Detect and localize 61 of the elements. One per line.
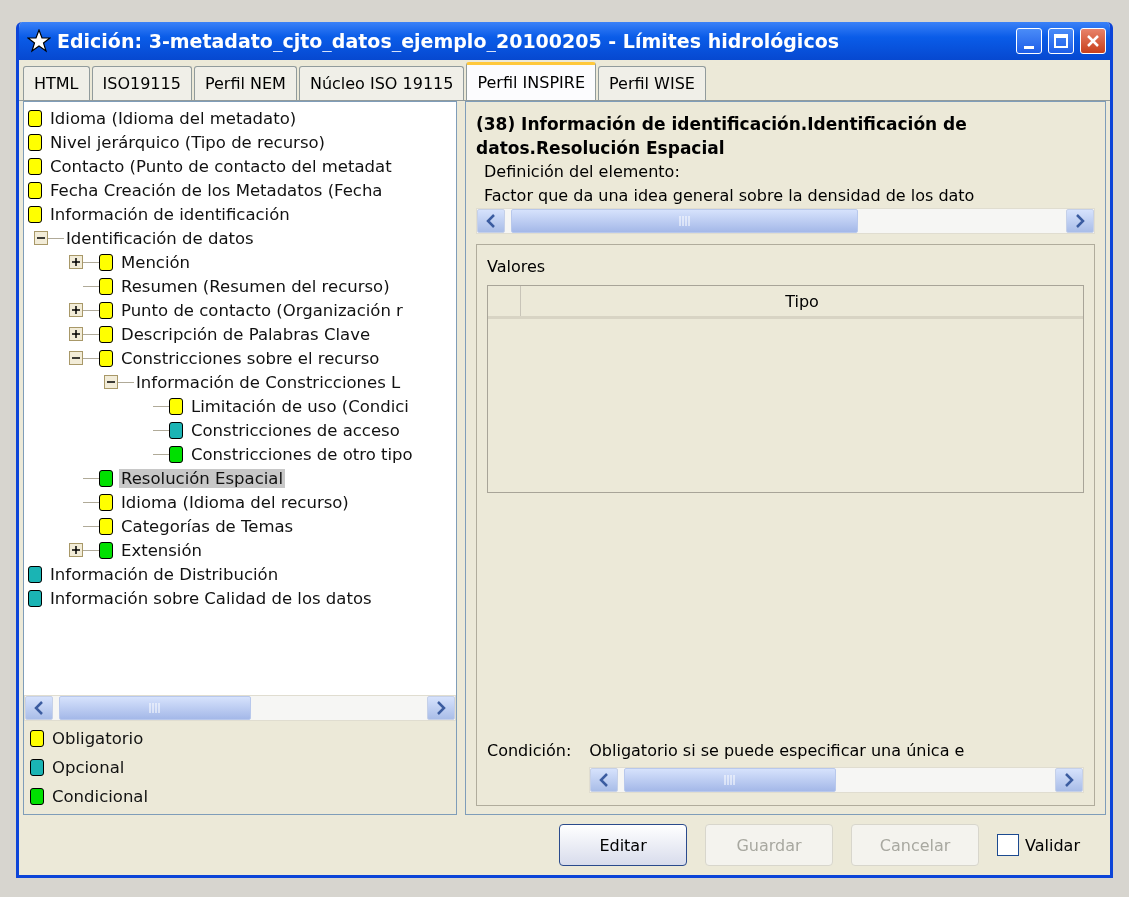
grip-icon[interactable] [149, 703, 161, 713]
minimize-button[interactable] [1016, 28, 1042, 54]
tree-item[interactable]: Punto de contacto (Organización r [119, 300, 405, 320]
horizontal-scrollbar[interactable] [24, 695, 456, 721]
maximize-icon [1053, 33, 1069, 49]
tab[interactable]: HTML [23, 66, 90, 100]
tree-item[interactable]: Extensión [119, 540, 204, 560]
tab[interactable]: Perfil INSPIRE [466, 62, 596, 100]
grip-icon[interactable] [724, 775, 737, 785]
legend-label: Opcional [51, 758, 126, 777]
definition-label: Definición del elemento: [483, 161, 681, 183]
condition-label: Condición: [487, 740, 572, 762]
horizontal-scrollbar[interactable] [589, 767, 1084, 793]
tree-item[interactable]: Resumen (Resumen del recurso) [119, 276, 392, 296]
tree-item[interactable]: Información de Constricciones L [134, 372, 403, 392]
tree-item[interactable]: Nivel jerárquico (Tipo de recurso) [48, 132, 327, 152]
tree-item[interactable]: Fecha Creación de los Metadatos (Fecha [48, 180, 385, 200]
star-icon [27, 29, 51, 53]
maximize-button[interactable] [1048, 28, 1074, 54]
definition-text: Factor que da una idea general sobre la densidad de los dato [483, 185, 976, 207]
legend-label: Condicional [51, 787, 150, 806]
tree-item[interactable]: Descripción de Palabras Clave [119, 324, 373, 344]
tree-item[interactable]: Contacto (Punto de contacto del metadat [48, 156, 394, 176]
tree-item[interactable]: Resolución Espacial [119, 468, 286, 488]
dialog-button[interactable]: Editar [559, 824, 688, 866]
tree-item[interactable]: Constricciones de acceso [189, 420, 402, 440]
tree-item[interactable]: Limitación de uso (Condici [189, 396, 411, 416]
validate-checkbox[interactable] [997, 834, 1020, 856]
tree-item[interactable]: Idioma (Idioma del metadato) [48, 108, 299, 128]
column-header[interactable]: Tipo [521, 286, 1083, 316]
tab[interactable]: Núcleo ISO 19115 [298, 66, 465, 100]
grip-icon[interactable] [678, 216, 691, 226]
horizontal-scrollbar[interactable] [476, 208, 1095, 234]
minimize-icon [1024, 45, 1034, 49]
element-heading: (38) Información de identificación.Identificación de datos.Resolución Espacial [476, 113, 968, 160]
tree-item[interactable]: Información de Distribución [48, 564, 281, 584]
legend-label: Obligatorio [51, 729, 145, 748]
tab[interactable]: ISO19115 [91, 66, 192, 100]
collapse-icon[interactable] [34, 231, 48, 245]
tree-item[interactable]: Mención [119, 252, 193, 272]
tab[interactable]: Perfil NEM [193, 66, 297, 100]
expand-icon[interactable] [69, 303, 83, 317]
condition-text: Obligatorio si se puede especificar una única e [589, 740, 966, 762]
collapse-icon[interactable] [104, 375, 118, 389]
tree-item[interactable]: Constricciones sobre el recurso [119, 348, 382, 368]
expand-icon[interactable] [69, 327, 83, 341]
close-icon [1086, 34, 1100, 48]
expand-icon[interactable] [69, 255, 83, 269]
tree-item[interactable]: Constricciones de otro tipo [189, 444, 415, 464]
tree-item[interactable]: Idioma (Idioma del recurso) [119, 492, 351, 512]
window-title: Edición: 3-metadato_cjto_datos_ejemplo_20100205 - Límites hidrológicos [57, 30, 840, 52]
close-button[interactable] [1080, 28, 1106, 54]
collapse-icon[interactable] [69, 351, 83, 365]
values-label: Valores [487, 256, 547, 278]
tree-item[interactable]: Información sobre Calidad de los datos [48, 588, 374, 608]
tree-item[interactable]: Identificación de datos [64, 228, 256, 248]
tab[interactable]: Perfil WISE [598, 66, 706, 100]
tree-item[interactable]: Categorías de Temas [119, 516, 296, 536]
checkbox-label: Validar [1025, 835, 1080, 855]
tree-item[interactable]: Información de identificación [48, 204, 292, 224]
expand-icon[interactable] [69, 543, 83, 557]
